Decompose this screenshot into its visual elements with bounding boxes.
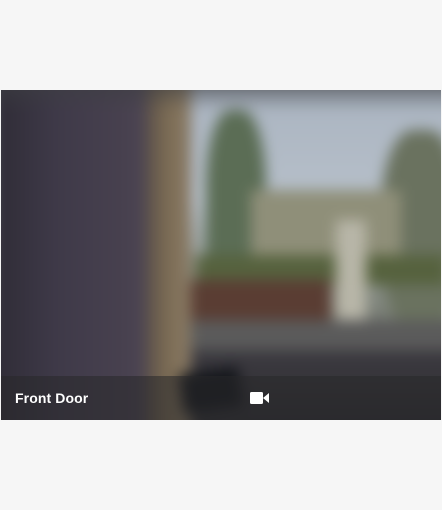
camera-label-bar: Front Door bbox=[1, 376, 441, 420]
camera-name: Front Door bbox=[15, 390, 89, 406]
camera-card[interactable]: Front Door bbox=[1, 90, 441, 420]
page: Front Door bbox=[0, 0, 442, 510]
camera-feed-image bbox=[1, 90, 441, 420]
video-camera-icon[interactable] bbox=[250, 391, 270, 405]
